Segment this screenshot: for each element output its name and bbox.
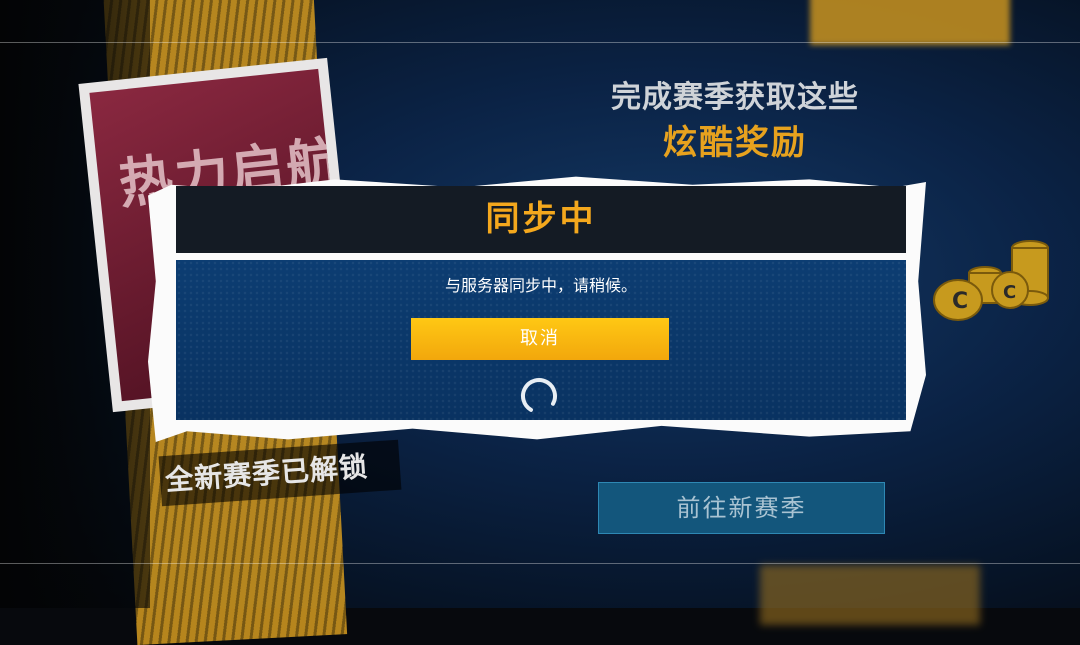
sync-dialog-message: 与服务器同步中，请稍候。 (444, 276, 637, 295)
cancel-button[interactable]: 取消 (411, 318, 669, 360)
goto-new-season-button[interactable]: 前往新赛季 (598, 482, 885, 534)
divider-top (0, 42, 1080, 43)
sync-dialog-header: 同步中 (176, 186, 906, 253)
promo-highlight: 炫酷奖励 (663, 123, 807, 163)
svg-text:C: C (1003, 282, 1016, 303)
yellow-blur-bottom (760, 565, 980, 625)
sync-dialog-body: 与服务器同步中，请稍候。 取消 (176, 260, 906, 420)
coins-icon: C C (933, 240, 1049, 321)
yellow-blur-top (810, 0, 1010, 45)
sync-dialog-title: 同步中 (485, 199, 597, 239)
divider-bottom (0, 563, 1080, 564)
loading-spinner-icon (521, 378, 557, 414)
promo-heading: 完成赛季获取这些 (611, 80, 859, 115)
svg-text:C: C (952, 289, 968, 314)
